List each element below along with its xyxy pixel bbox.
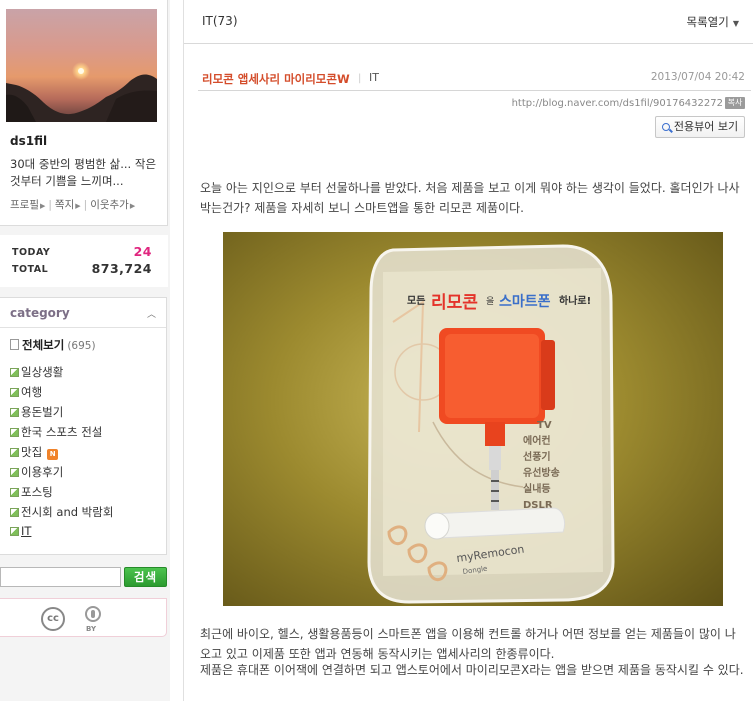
total-row: TOTAL 873,724 <box>12 261 152 277</box>
product-photo[interactable]: 모든 리모콘 을 스마트폰 하나로! TV 에어컨 선풍기 유선방송 실내등 D… <box>223 232 723 606</box>
banner-prefix: 모든 <box>407 295 425 307</box>
category-item-active[interactable]: IT <box>10 524 113 544</box>
banner-suffix: 하나로! <box>559 294 591 307</box>
sidebar: ds1fil 30대 중반의 평범한 삶... 작은 것부터 기쁨을 느끼며..… <box>0 0 170 701</box>
banner-mid-text: 을 <box>486 296 494 307</box>
category-icon <box>10 527 19 536</box>
category-all-count: (695) <box>67 340 96 352</box>
category-list: 일상생활 여행 용돈벌기 한국 스포츠 전설 맛집 N 이용후기 포스팅 전시회 … <box>10 364 113 544</box>
today-value: 24 <box>133 244 152 259</box>
chevron-down-icon: ▼ <box>732 19 739 28</box>
triangle-right-icon: ▶ <box>129 202 136 210</box>
category-item[interactable]: 여행 <box>10 384 113 404</box>
viewer-button-label: 전용뷰어 보기 <box>673 120 739 133</box>
category-icon <box>10 448 19 457</box>
search-input[interactable] <box>0 567 121 587</box>
profile-photo[interactable] <box>6 9 157 122</box>
category-label: 포스팅 <box>21 485 53 499</box>
category-label: IT <box>21 524 32 538</box>
category-all-label: 전체보기 <box>22 338 65 352</box>
banner-red-text: 리모콘 <box>431 293 478 313</box>
feature-item: 선풍기 <box>523 450 551 463</box>
copy-url-button[interactable]: 복사 <box>725 97 745 109</box>
category-icon <box>10 408 19 417</box>
category-label: 일상생활 <box>21 365 64 379</box>
category-label: 맛집 <box>21 445 43 459</box>
chevron-up-icon[interactable]: ︿ <box>147 307 156 320</box>
total-value: 873,724 <box>91 261 152 276</box>
category-post-count: IT(73) <box>202 14 238 28</box>
creative-commons-icon[interactable]: cc <box>41 607 65 631</box>
today-row: TODAY 24 <box>12 244 152 260</box>
category-item[interactable]: 전시회 and 박람회 <box>10 504 113 524</box>
category-item[interactable]: 맛집 N <box>10 444 113 464</box>
post-url[interactable]: http://blog.naver.com/ds1fil/90176432272 <box>512 98 723 109</box>
attribution-icon[interactable] <box>85 606 101 622</box>
category-label: 이용후기 <box>21 465 64 479</box>
viewer-button[interactable]: 전용뷰어 보기 <box>655 116 745 138</box>
category-box: category ︿ 전체보기 (695) 일상생활 여행 용돈벌기 한국 스포츠… <box>0 297 167 555</box>
visit-counter: TODAY 24 TOTAL 873,724 <box>0 235 168 287</box>
divider-line <box>198 90 751 91</box>
category-icon <box>10 468 19 477</box>
total-label: TOTAL <box>12 264 49 275</box>
profile-link[interactable]: 프로필 <box>10 197 39 212</box>
feature-item: TV <box>537 420 552 431</box>
feature-item: 에어컨 <box>523 434 551 447</box>
document-icon <box>10 339 19 350</box>
post-paragraph: 오늘 아는 지인으로 부터 선물하나를 받았다. 처음 제품을 보고 이게 뭐야… <box>200 181 740 215</box>
today-label: TODAY <box>12 247 51 258</box>
feature-item: 실내등 <box>523 482 551 495</box>
category-item[interactable]: 포스팅 <box>10 484 113 504</box>
category-icon <box>10 388 19 397</box>
triangle-right-icon: ▶ <box>75 202 81 210</box>
category-title: category <box>10 306 70 320</box>
open-list-button[interactable]: 목록열기 ▼ <box>687 14 739 30</box>
post-paragraph: 제품은 휴대폰 이어잭에 연결하면 되고 앱스토어에서 마이리모콘X라는 앱을 … <box>200 663 744 677</box>
main-content: IT(73) 목록열기 ▼ 리모콘 앱세사리 마이리모콘W | IT 2013/0… <box>183 0 753 701</box>
profile-box: ds1fil 30대 중반의 평범한 삶... 작은 것부터 기쁨을 느끼며..… <box>0 0 168 226</box>
search-button[interactable]: 검색 <box>124 567 167 587</box>
category-label: 여행 <box>21 385 43 399</box>
open-list-label: 목록열기 <box>686 15 729 29</box>
profile-links: 프로필▶ | 쪽지▶ | 이웃추가▶ <box>10 197 135 212</box>
category-label: 전시회 and 박람회 <box>21 505 114 519</box>
category-icon <box>10 488 19 497</box>
triangle-right-icon: ▶ <box>39 202 46 210</box>
post-title[interactable]: 리모콘 앱세사리 마이리모콘W <box>202 71 350 87</box>
new-badge: N <box>47 449 59 460</box>
feature-item: 유선방송 <box>523 466 560 479</box>
message-link[interactable]: 쪽지 <box>55 197 74 212</box>
category-icon <box>10 368 19 377</box>
category-item[interactable]: 한국 스포츠 전설 <box>10 424 113 444</box>
post-date: 2013/07/04 20:42 <box>650 71 745 83</box>
profile-description: 30대 중반의 평범한 삶... 작은 것부터 기쁨을 느끼며... <box>10 157 157 188</box>
divider: | <box>358 73 362 84</box>
category-icon <box>10 428 19 437</box>
add-neighbor-link[interactable]: 이웃추가 <box>90 197 129 212</box>
license-box: cc BY <box>0 598 167 637</box>
category-item[interactable]: 이용후기 <box>10 464 113 484</box>
divider: | <box>48 199 52 211</box>
category-all[interactable]: 전체보기 (695) <box>10 337 96 353</box>
banner-blue-text: 스마트폰 <box>499 294 551 310</box>
category-icon <box>10 508 19 517</box>
profile-name[interactable]: ds1fil <box>10 134 47 148</box>
attribution-label: BY <box>86 625 97 633</box>
search-icon <box>661 123 670 131</box>
post-list-header: IT(73) 목록열기 ▼ <box>184 0 753 44</box>
divider: | <box>83 199 88 211</box>
post-paragraph: 최근에 바이오, 헬스, 생활용품등이 스마트폰 앱을 이용해 컨트롤 하거나 … <box>200 627 736 661</box>
category-label: 한국 스포츠 전설 <box>21 425 103 439</box>
category-item[interactable]: 일상생활 <box>10 364 113 384</box>
category-label: 용돈벌기 <box>21 405 64 419</box>
category-item[interactable]: 용돈벌기 <box>10 404 113 424</box>
post-category[interactable]: IT <box>369 71 379 84</box>
category-header[interactable]: category ︿ <box>0 298 166 328</box>
